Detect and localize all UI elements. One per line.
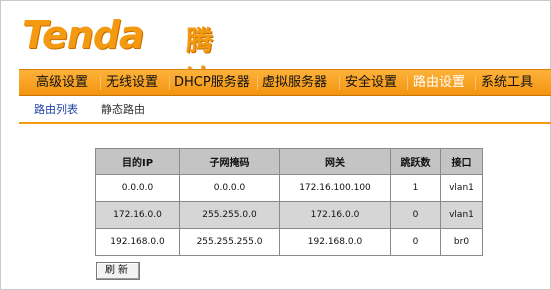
header-subnet-mask: 子网掩码 xyxy=(179,148,280,175)
main-nav: 高级设置 无线设置 DHCP服务器 虚拟服务器 安全设置 路由设置 系统工具 xyxy=(19,69,551,96)
nav-separator xyxy=(100,76,101,90)
header-interface: 接口 xyxy=(440,148,483,175)
nav-separator xyxy=(169,76,170,90)
cell-dest-ip: 192.168.0.0 xyxy=(95,228,180,256)
cell-subnet-mask: 0.0.0.0 xyxy=(179,174,280,202)
cell-interface: vlan1 xyxy=(440,201,483,229)
cell-hop-count: 0 xyxy=(390,228,441,256)
nav-separator xyxy=(407,76,408,90)
cell-subnet-mask: 255.255.0.0 xyxy=(179,201,280,229)
table-header-row: 目的IP 子网掩码 网关 跳跃数 接口 xyxy=(95,148,483,175)
nav-wireless-settings[interactable]: 无线设置 xyxy=(106,70,158,95)
cell-hop-count: 1 xyxy=(390,174,441,202)
cell-dest-ip: 172.16.0.0 xyxy=(95,201,180,229)
sub-nav: 路由列表 静态路由 xyxy=(19,97,551,124)
cell-gateway: 172.16.100.100 xyxy=(279,174,391,202)
cell-subnet-mask: 255.255.255.0 xyxy=(179,228,280,256)
nav-security-settings[interactable]: 安全设置 xyxy=(345,70,397,95)
route-table: 目的IP 子网掩码 网关 跳跃数 接口 0.0.0.0 0.0.0.0 172.… xyxy=(95,148,483,256)
cell-interface: br0 xyxy=(440,228,483,256)
header-gateway: 网关 xyxy=(279,148,391,175)
cell-gateway: 192.168.0.0 xyxy=(279,228,391,256)
subnav-static-route[interactable]: 静态路由 xyxy=(101,101,145,117)
cell-hop-count: 0 xyxy=(390,201,441,229)
cell-interface: vlan1 xyxy=(440,174,483,202)
nav-advanced-settings[interactable]: 高级设置 xyxy=(36,70,88,95)
nav-separator xyxy=(257,76,258,90)
table-row: 0.0.0.0 0.0.0.0 172.16.100.100 1 vlan1 xyxy=(95,174,483,202)
nav-separator xyxy=(475,76,476,90)
nav-system-tools[interactable]: 系统工具 xyxy=(481,70,533,95)
header-hop-count: 跳跃数 xyxy=(390,148,441,175)
header-dest-ip: 目的IP xyxy=(95,148,180,175)
cell-dest-ip: 0.0.0.0 xyxy=(95,174,180,202)
table-row: 192.168.0.0 255.255.255.0 192.168.0.0 0 … xyxy=(95,228,483,256)
nav-virtual-server[interactable]: 虚拟服务器 xyxy=(262,70,327,95)
subnav-route-list[interactable]: 路由列表 xyxy=(34,101,78,117)
nav-routing-settings[interactable]: 路由设置 xyxy=(413,70,465,95)
table-row: 172.16.0.0 255.255.0.0 172.16.0.0 0 vlan… xyxy=(95,201,483,229)
refresh-button[interactable]: 刷新 xyxy=(96,262,140,280)
logo-latin-text: Tenda xyxy=(22,13,145,57)
cell-gateway: 172.16.0.0 xyxy=(279,201,391,229)
nav-dhcp-server[interactable]: DHCP服务器 xyxy=(174,70,250,95)
nav-separator xyxy=(339,76,340,90)
